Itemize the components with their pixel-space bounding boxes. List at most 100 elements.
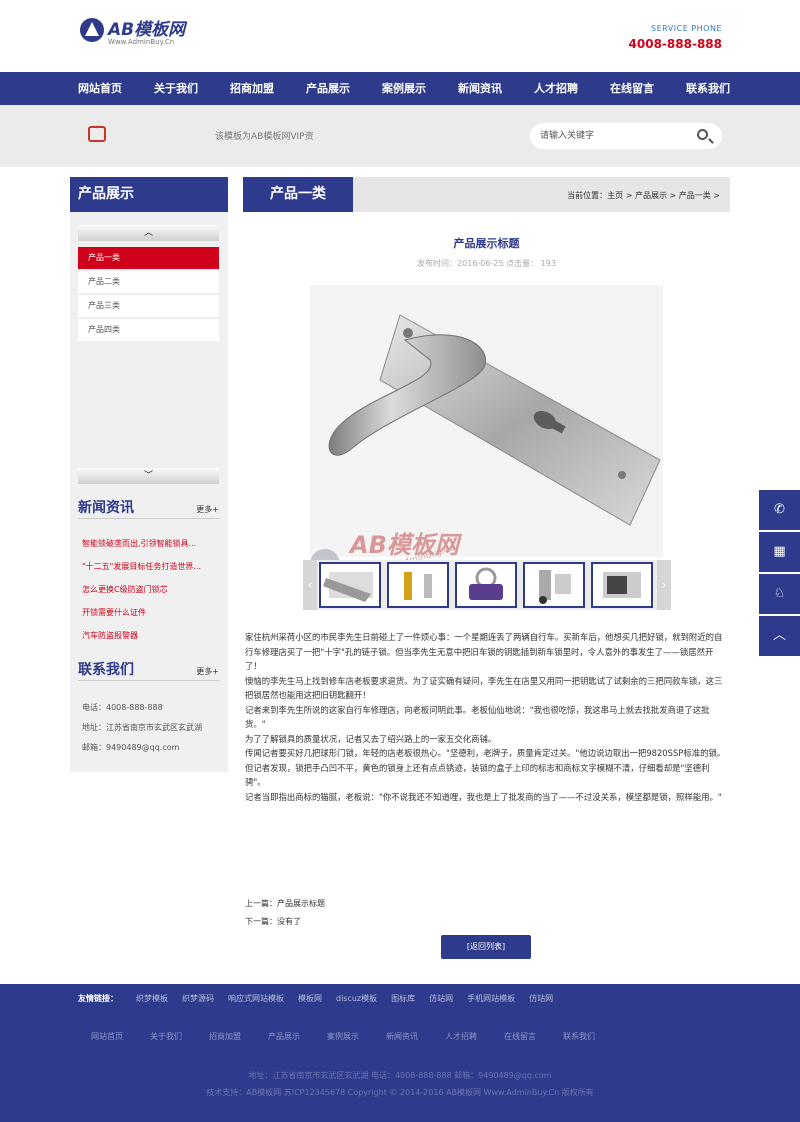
news-item[interactable]: "十二五"发展目标任务打造世界...	[82, 560, 223, 583]
friendly-links-bar: 友情链接： 织梦模板 织梦源码 响应式网站模板 模板网 discuz模板 图标库…	[0, 984, 800, 1014]
footer-nav-item[interactable]: 案例展示	[327, 1031, 359, 1042]
thumb-next-button[interactable]: ›	[657, 560, 671, 610]
product-image	[310, 285, 663, 557]
thumbnail[interactable]	[387, 562, 449, 608]
contact-section-header: 联系我们 更多+	[78, 657, 219, 681]
nav-item-join[interactable]: 招商加盟	[218, 72, 286, 105]
header: AB模板网 Www.AdminBuy.Cn SERVICE PHONE 4008…	[0, 0, 800, 72]
footer-nav-item[interactable]: 新闻资讯	[386, 1031, 418, 1042]
sidebar-title: 产品展示	[70, 177, 228, 212]
main-nav: 网站首页 关于我们 招商加盟 产品展示 案例展示 新闻资讯 人才招聘 在线留言 …	[0, 72, 800, 105]
message-icon	[88, 122, 106, 142]
phone-number: 4008-888-888	[628, 37, 722, 51]
friendly-link[interactable]: 响应式网站模板	[228, 993, 284, 1004]
back-to-top-icon[interactable]: ︿	[759, 616, 800, 656]
nav-item-contact[interactable]: 联系我们	[674, 72, 742, 105]
thumbnail[interactable]	[319, 562, 381, 608]
category-item-2[interactable]: 产品二类	[78, 271, 219, 293]
friendly-link[interactable]: 织梦模板	[136, 993, 168, 1004]
site-logo[interactable]: AB模板网 Www.AdminBuy.Cn	[80, 18, 186, 46]
friendly-links-label: 友情链接：	[78, 994, 118, 1003]
thumb-prev-button[interactable]: ‹	[303, 560, 317, 610]
thumbnail[interactable]	[455, 562, 517, 608]
main-header: 产品一类 当前位置：主页 > 产品展示 > 产品一类 >	[243, 177, 730, 212]
friendly-link[interactable]: 仿站网	[429, 993, 453, 1004]
footer-nav-item[interactable]: 招商加盟	[209, 1031, 241, 1042]
nav-item-products[interactable]: 产品展示	[294, 72, 362, 105]
friendly-link[interactable]: 模板网	[298, 993, 322, 1004]
search-icon[interactable]	[697, 129, 708, 140]
news-item[interactable]: 开锁需要什么证件	[82, 606, 223, 629]
notice-text: 该模板为AB模板网VIP资	[215, 132, 314, 142]
contact-info: 电话：4008-888-888 地址：江苏省南京市玄武区玄武湖 邮箱：94904…	[82, 698, 202, 758]
page-title: 产品展示标题	[453, 237, 520, 250]
scroll-up-button[interactable]: ︿	[78, 225, 219, 241]
footer-nav-item[interactable]: 关于我们	[150, 1031, 182, 1042]
footer-nav-item[interactable]: 产品展示	[268, 1031, 300, 1042]
logo-subtext: Www.AdminBuy.Cn	[108, 38, 175, 46]
qrcode-icon[interactable]: ▦	[759, 532, 800, 572]
friendly-link[interactable]: 织梦源码	[182, 993, 214, 1004]
article-paragraph: 传闻记者要买好几把球形门锁，年轻的店老板很热心。"坚德利，老牌子，质量肯定过关。…	[245, 748, 726, 787]
footer-address: 地址：江苏省南京市玄武区玄武湖 电话：4008-888-888 邮箱：94904…	[248, 1071, 552, 1080]
footer-nav-item[interactable]: 联系我们	[563, 1031, 595, 1042]
next-link[interactable]: 下一篇：没有了	[245, 913, 325, 931]
scroll-down-button[interactable]: ﹀	[78, 468, 219, 484]
article-paragraph: 为了了解锁具的质量状况，记者又去了绍兴路上的一家五交化商铺。	[245, 733, 497, 744]
back-to-list-button[interactable]: [返回列表]	[441, 935, 531, 959]
friendly-link[interactable]: discuz模板	[336, 993, 377, 1004]
article-body: 家住杭州采荷小区的市民李先生日前碰上了一件烦心事：一个星期连丢了两辆自行车。买新…	[245, 630, 730, 804]
qq-icon[interactable]: ♘	[759, 574, 800, 614]
news-item[interactable]: 怎么更换C级防盗门锁芯	[82, 583, 223, 606]
post-meta: 发布时间：2016-06-25 点击量： 193	[417, 259, 556, 268]
footer-nav-item[interactable]: 网站首页	[91, 1031, 123, 1042]
sidebar: 产品展示 ︿ 产品一类 产品二类 产品三类 产品四类 ﹀ 新闻资讯 更多+ 智能…	[70, 177, 228, 772]
nav-item-home[interactable]: 网站首页	[66, 72, 134, 105]
thumbnail-strip: ‹ ›	[303, 560, 671, 610]
news-list: 智能锁破垄而出,引领智能锁具... "十二五"发展目标任务打造世界... 怎么更…	[82, 537, 223, 652]
news-section-header: 新闻资讯 更多+	[78, 495, 219, 519]
friendly-link[interactable]: 手机网站模板	[467, 993, 515, 1004]
thumbnail[interactable]	[523, 562, 585, 608]
nav-item-cases[interactable]: 案例展示	[370, 72, 438, 105]
logo-mark-icon	[80, 18, 104, 42]
article-paragraph: 记者来到李先生所说的这家自行车修理店，向老板问明此事。老板仙仙地说："我也很吃惊…	[245, 704, 710, 730]
category-item-3[interactable]: 产品三类	[78, 295, 219, 317]
nav-item-news[interactable]: 新闻资讯	[446, 72, 514, 105]
search-input[interactable]	[540, 128, 690, 144]
contact-email: 邮箱：9490489@qq.com	[82, 743, 180, 752]
category-item-1[interactable]: 产品一类	[78, 247, 219, 269]
news-item[interactable]: 智能锁破垄而出,引领智能锁具...	[82, 537, 223, 560]
friendly-link[interactable]: 图标库	[391, 993, 415, 1004]
news-section-title: 新闻资讯	[78, 500, 134, 516]
notice-search-band: 该模板为AB模板网VIP资	[0, 105, 800, 167]
nav-item-about[interactable]: 关于我们	[142, 72, 210, 105]
footer-copyright: 技术支持：AB模板网 苏ICP12345678 Copyright © 2014…	[206, 1088, 594, 1097]
contact-phone: 电话：4008-888-888	[82, 703, 163, 712]
phone-label: SERVICE PHONE	[651, 24, 722, 33]
current-category: 产品一类	[243, 177, 353, 212]
nav-item-jobs[interactable]: 人才招聘	[522, 72, 590, 105]
footer-nav-item[interactable]: 在线留言	[504, 1031, 536, 1042]
footer: 网站首页 关于我们 招商加盟 产品展示 案例展示 新闻资讯 人才招聘 在线留言 …	[0, 1014, 800, 1122]
news-item[interactable]: 汽车防盗报警器	[82, 629, 223, 652]
phone-icon[interactable]: ✆	[759, 490, 800, 530]
nav-item-message[interactable]: 在线留言	[598, 72, 666, 105]
breadcrumb[interactable]: 当前位置：主页 > 产品展示 > 产品一类 >	[567, 190, 720, 201]
floating-toolbar: ✆ ▦ ♘ ︿	[759, 490, 800, 658]
contact-address: 地址：江苏省南京市玄武区玄武湖	[82, 723, 202, 732]
prev-link[interactable]: 上一篇：产品展示标题	[245, 895, 325, 913]
footer-nav: 网站首页 关于我们 招商加盟 产品展示 案例展示 新闻资讯 人才招聘 在线留言 …	[91, 1031, 622, 1042]
search-box	[530, 123, 722, 149]
category-item-4[interactable]: 产品四类	[78, 319, 219, 341]
logo-text: AB模板网	[108, 19, 186, 40]
footer-nav-item[interactable]: 人才招聘	[445, 1031, 477, 1042]
contact-more-link[interactable]: 更多+	[196, 666, 219, 677]
article-paragraph: 家住杭州采荷小区的市民李先生日前碰上了一件烦心事：一个星期连丢了两辆自行车。买新…	[245, 632, 723, 671]
thumbnail[interactable]	[591, 562, 653, 608]
service-phone: SERVICE PHONE 4008-888-888	[629, 24, 722, 51]
prev-next-links: 上一篇：产品展示标题 下一篇：没有了	[245, 895, 325, 931]
category-list: 产品一类 产品二类 产品三类 产品四类	[78, 247, 219, 343]
friendly-link[interactable]: 仿站网	[529, 993, 553, 1004]
news-more-link[interactable]: 更多+	[196, 504, 219, 515]
